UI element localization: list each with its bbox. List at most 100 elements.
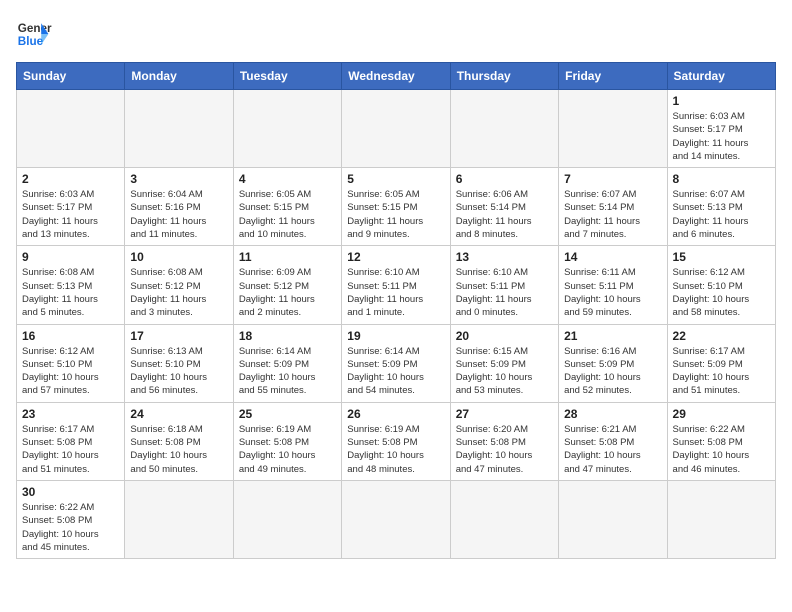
day-number: 11 bbox=[239, 250, 336, 264]
day-info: Sunrise: 6:17 AM Sunset: 5:08 PM Dayligh… bbox=[22, 423, 119, 476]
weekday-header-saturday: Saturday bbox=[667, 63, 775, 90]
calendar-cell: 16 Sunrise: 6:12 AM Sunset: 5:10 PM Dayli… bbox=[17, 324, 125, 402]
calendar-cell bbox=[667, 480, 775, 558]
day-number: 6 bbox=[456, 172, 553, 186]
day-info: Sunrise: 6:07 AM Sunset: 5:14 PM Dayligh… bbox=[564, 188, 661, 241]
calendar-cell: 9 Sunrise: 6:08 AM Sunset: 5:13 PM Daylig… bbox=[17, 246, 125, 324]
day-number: 24 bbox=[130, 407, 227, 421]
day-info: Sunrise: 6:03 AM Sunset: 5:17 PM Dayligh… bbox=[22, 188, 119, 241]
weekday-header-wednesday: Wednesday bbox=[342, 63, 450, 90]
logo: General Blue bbox=[16, 16, 52, 52]
calendar-week-5: 23Sunrise: 6:17 AM Sunset: 5:08 PM Dayli… bbox=[17, 402, 776, 480]
day-number: 20 bbox=[456, 329, 553, 343]
calendar-cell: 19 Sunrise: 6:14 AM Sunset: 5:09 PM Dayli… bbox=[342, 324, 450, 402]
weekday-header-sunday: Sunday bbox=[17, 63, 125, 90]
day-number: 19 bbox=[347, 329, 444, 343]
day-info: Sunrise: 6:22 AM Sunset: 5:08 PM Dayligh… bbox=[22, 501, 119, 554]
day-info: Sunrise: 6:19 AM Sunset: 5:08 PM Dayligh… bbox=[239, 423, 336, 476]
calendar-cell: 26 Sunrise: 6:19 AM Sunset: 5:08 PM Dayli… bbox=[342, 402, 450, 480]
day-number: 26 bbox=[347, 407, 444, 421]
day-info: Sunrise: 6:14 AM Sunset: 5:09 PM Dayligh… bbox=[347, 345, 444, 398]
day-info: Sunrise: 6:17 AM Sunset: 5:09 PM Dayligh… bbox=[673, 345, 770, 398]
day-info: Sunrise: 6:10 AM Sunset: 5:11 PM Dayligh… bbox=[347, 266, 444, 319]
calendar-cell bbox=[450, 90, 558, 168]
day-number: 2 bbox=[22, 172, 119, 186]
day-info: Sunrise: 6:09 AM Sunset: 5:12 PM Dayligh… bbox=[239, 266, 336, 319]
day-info: Sunrise: 6:20 AM Sunset: 5:08 PM Dayligh… bbox=[456, 423, 553, 476]
day-info: Sunrise: 6:14 AM Sunset: 5:09 PM Dayligh… bbox=[239, 345, 336, 398]
calendar-cell: 30 Sunrise: 6:22 AM Sunset: 5:08 PM Dayli… bbox=[17, 480, 125, 558]
day-number: 25 bbox=[239, 407, 336, 421]
calendar-cell bbox=[17, 90, 125, 168]
day-info: Sunrise: 6:07 AM Sunset: 5:13 PM Dayligh… bbox=[673, 188, 770, 241]
logo-icon: General Blue bbox=[16, 16, 52, 52]
calendar-week-2: 2 Sunrise: 6:03 AM Sunset: 5:17 PM Daylig… bbox=[17, 168, 776, 246]
calendar-cell: 10 Sunrise: 6:08 AM Sunset: 5:12 PM Dayli… bbox=[125, 246, 233, 324]
weekday-header-tuesday: Tuesday bbox=[233, 63, 341, 90]
day-info: Sunrise: 6:03 AM Sunset: 5:17 PM Dayligh… bbox=[673, 110, 770, 163]
calendar-cell: 27 Sunrise: 6:20 AM Sunset: 5:08 PM Dayli… bbox=[450, 402, 558, 480]
calendar-week-1: 1 Sunrise: 6:03 AM Sunset: 5:17 PM Daylig… bbox=[17, 90, 776, 168]
weekday-header-row: SundayMondayTuesdayWednesdayThursdayFrid… bbox=[17, 63, 776, 90]
day-number: 10 bbox=[130, 250, 227, 264]
calendar-cell bbox=[233, 90, 341, 168]
calendar-cell: 7 Sunrise: 6:07 AM Sunset: 5:14 PM Daylig… bbox=[559, 168, 667, 246]
calendar-cell: 2 Sunrise: 6:03 AM Sunset: 5:17 PM Daylig… bbox=[17, 168, 125, 246]
day-number: 22 bbox=[673, 329, 770, 343]
day-info: Sunrise: 6:10 AM Sunset: 5:11 PM Dayligh… bbox=[456, 266, 553, 319]
calendar-cell: 17Sunrise: 6:13 AM Sunset: 5:10 PM Dayli… bbox=[125, 324, 233, 402]
calendar-cell: 8 Sunrise: 6:07 AM Sunset: 5:13 PM Daylig… bbox=[667, 168, 775, 246]
weekday-header-thursday: Thursday bbox=[450, 63, 558, 90]
calendar-cell bbox=[559, 480, 667, 558]
calendar-cell: 15 Sunrise: 6:12 AM Sunset: 5:10 PM Dayli… bbox=[667, 246, 775, 324]
day-info: Sunrise: 6:22 AM Sunset: 5:08 PM Dayligh… bbox=[673, 423, 770, 476]
day-info: Sunrise: 6:12 AM Sunset: 5:10 PM Dayligh… bbox=[22, 345, 119, 398]
calendar-cell: 18 Sunrise: 6:14 AM Sunset: 5:09 PM Dayli… bbox=[233, 324, 341, 402]
calendar-cell: 28 Sunrise: 6:21 AM Sunset: 5:08 PM Dayli… bbox=[559, 402, 667, 480]
day-number: 18 bbox=[239, 329, 336, 343]
calendar-cell: 4Sunrise: 6:05 AM Sunset: 5:15 PM Daylig… bbox=[233, 168, 341, 246]
calendar-week-6: 30 Sunrise: 6:22 AM Sunset: 5:08 PM Dayli… bbox=[17, 480, 776, 558]
day-number: 29 bbox=[673, 407, 770, 421]
day-number: 17 bbox=[130, 329, 227, 343]
day-number: 8 bbox=[673, 172, 770, 186]
calendar-cell bbox=[342, 90, 450, 168]
day-number: 21 bbox=[564, 329, 661, 343]
calendar-table: SundayMondayTuesdayWednesdayThursdayFrid… bbox=[16, 62, 776, 559]
calendar-cell bbox=[450, 480, 558, 558]
day-number: 27 bbox=[456, 407, 553, 421]
weekday-header-friday: Friday bbox=[559, 63, 667, 90]
calendar-cell bbox=[125, 480, 233, 558]
calendar-cell: 20 Sunrise: 6:15 AM Sunset: 5:09 PM Dayli… bbox=[450, 324, 558, 402]
day-info: Sunrise: 6:08 AM Sunset: 5:13 PM Dayligh… bbox=[22, 266, 119, 319]
day-number: 16 bbox=[22, 329, 119, 343]
day-info: Sunrise: 6:16 AM Sunset: 5:09 PM Dayligh… bbox=[564, 345, 661, 398]
day-number: 9 bbox=[22, 250, 119, 264]
day-number: 5 bbox=[347, 172, 444, 186]
day-number: 15 bbox=[673, 250, 770, 264]
day-number: 28 bbox=[564, 407, 661, 421]
svg-text:Blue: Blue bbox=[18, 35, 44, 48]
calendar-cell: 5Sunrise: 6:05 AM Sunset: 5:15 PM Daylig… bbox=[342, 168, 450, 246]
calendar-cell: 3 Sunrise: 6:04 AM Sunset: 5:16 PM Daylig… bbox=[125, 168, 233, 246]
day-info: Sunrise: 6:12 AM Sunset: 5:10 PM Dayligh… bbox=[673, 266, 770, 319]
day-info: Sunrise: 6:08 AM Sunset: 5:12 PM Dayligh… bbox=[130, 266, 227, 319]
day-info: Sunrise: 6:19 AM Sunset: 5:08 PM Dayligh… bbox=[347, 423, 444, 476]
day-number: 12 bbox=[347, 250, 444, 264]
day-number: 1 bbox=[673, 94, 770, 108]
calendar-cell bbox=[342, 480, 450, 558]
day-info: Sunrise: 6:04 AM Sunset: 5:16 PM Dayligh… bbox=[130, 188, 227, 241]
day-number: 30 bbox=[22, 485, 119, 499]
day-number: 13 bbox=[456, 250, 553, 264]
calendar-cell: 25 Sunrise: 6:19 AM Sunset: 5:08 PM Dayli… bbox=[233, 402, 341, 480]
day-info: Sunrise: 6:15 AM Sunset: 5:09 PM Dayligh… bbox=[456, 345, 553, 398]
calendar-cell bbox=[559, 90, 667, 168]
day-number: 14 bbox=[564, 250, 661, 264]
day-number: 3 bbox=[130, 172, 227, 186]
calendar-cell: 23Sunrise: 6:17 AM Sunset: 5:08 PM Dayli… bbox=[17, 402, 125, 480]
day-info: Sunrise: 6:05 AM Sunset: 5:15 PM Dayligh… bbox=[239, 188, 336, 241]
day-info: Sunrise: 6:21 AM Sunset: 5:08 PM Dayligh… bbox=[564, 423, 661, 476]
calendar-cell: 21 Sunrise: 6:16 AM Sunset: 5:09 PM Dayli… bbox=[559, 324, 667, 402]
page-header: General Blue bbox=[16, 16, 776, 52]
day-number: 7 bbox=[564, 172, 661, 186]
